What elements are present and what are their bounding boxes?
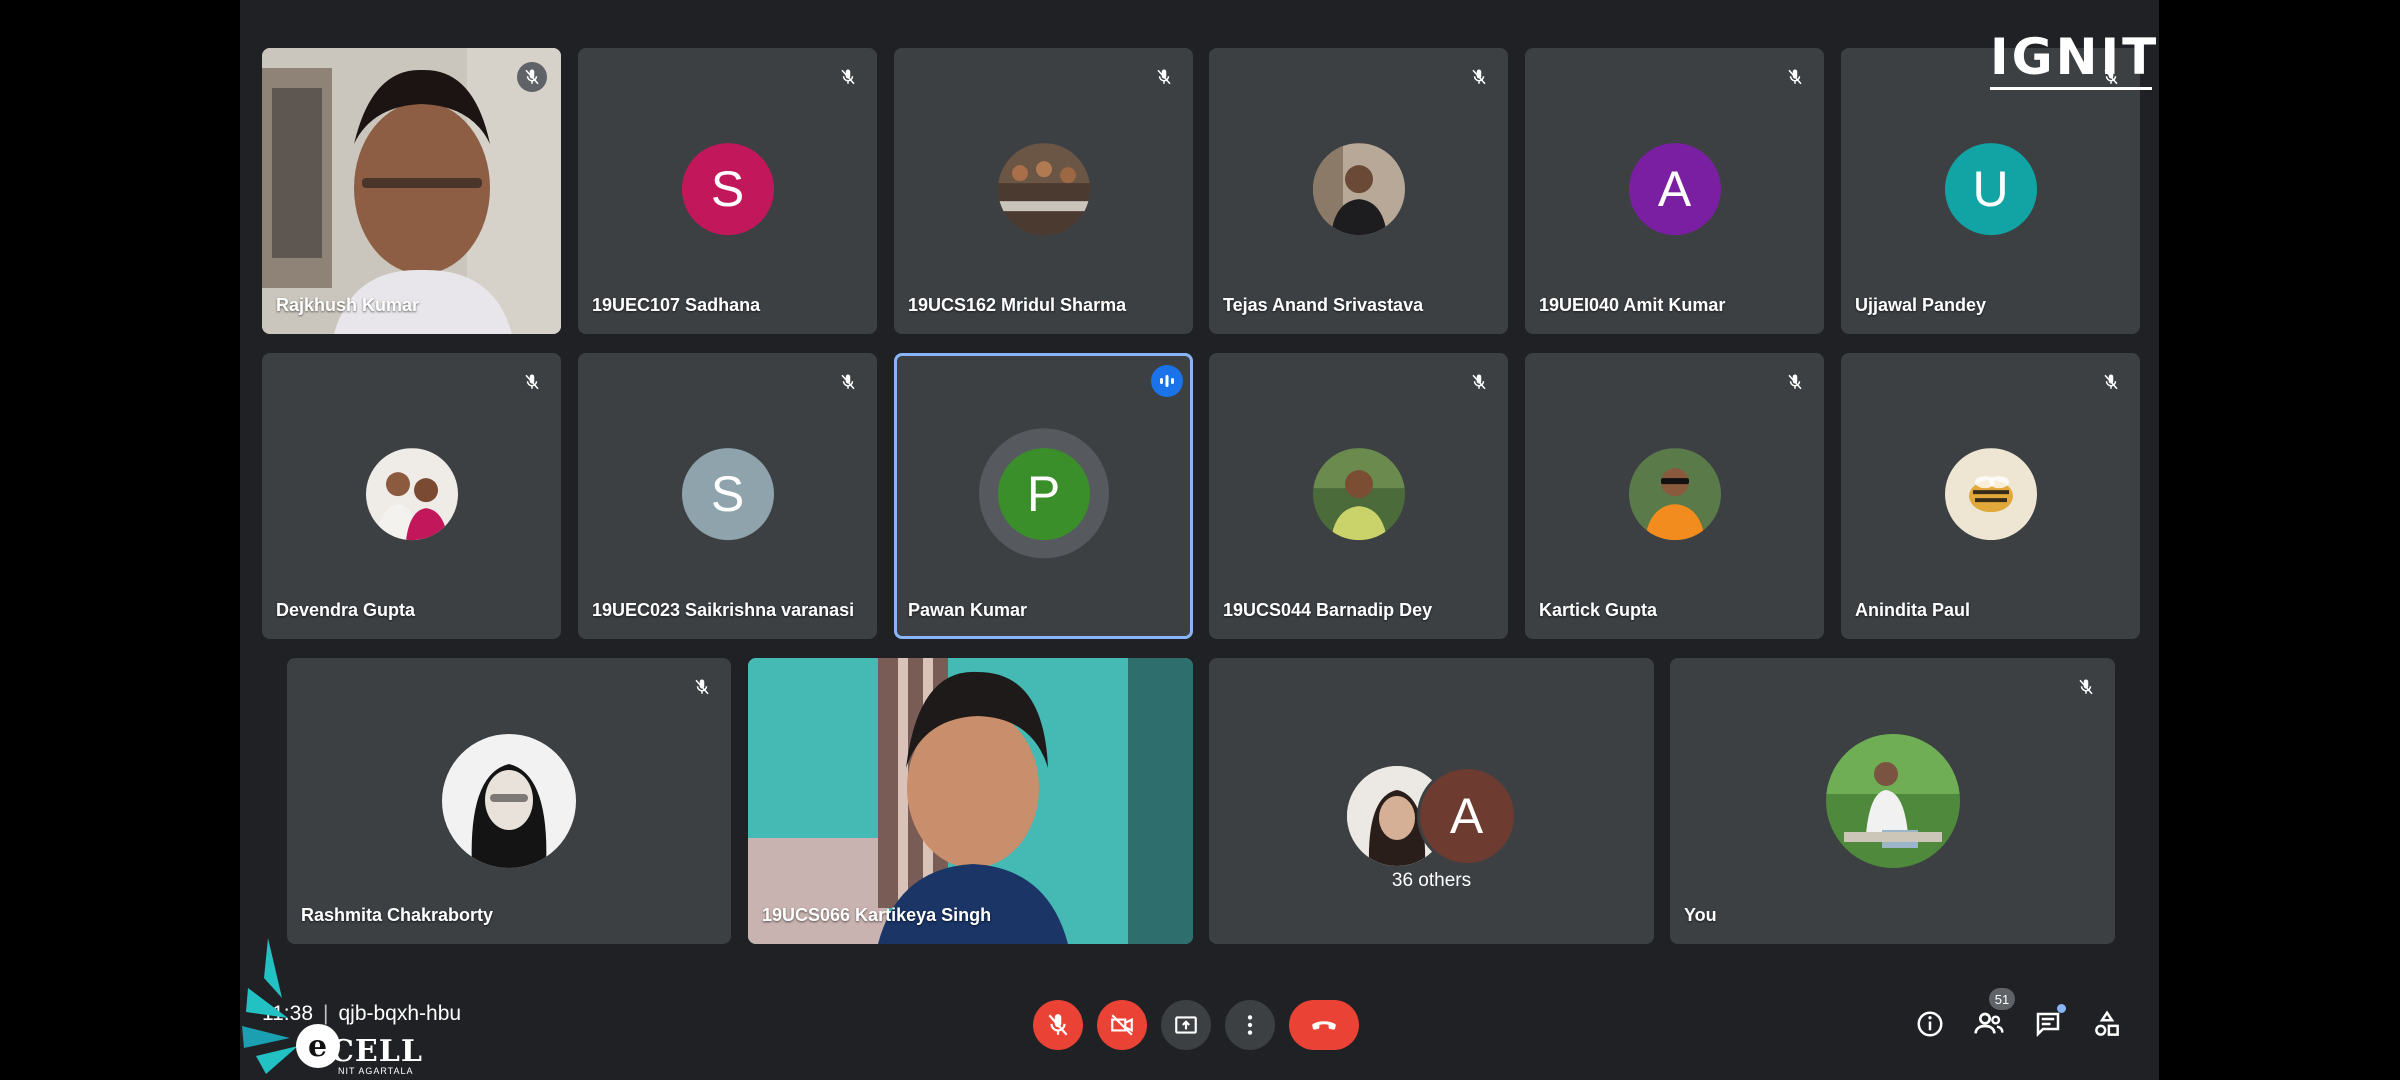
participant-name: 19UCS066 Kartikeya Singh: [762, 905, 992, 925]
participant-tile-tejas[interactable]: Tejas Anand Srivastava: [1209, 48, 1508, 334]
mic-off-icon: [687, 672, 717, 702]
participant-tile-rajkhush[interactable]: Rajkhush Kumar: [262, 48, 561, 334]
avatar: [1628, 448, 1721, 541]
participant-name: Anindita Paul: [1855, 600, 1971, 620]
participant-name: Pawan Kumar: [908, 600, 1028, 620]
more-vert-icon: [1247, 1015, 1253, 1035]
letterbox-left: [0, 0, 240, 1080]
participant-tile-ujjawal[interactable]: U Ujjawal Pandey: [1841, 48, 2140, 334]
info-icon: [1917, 1011, 1943, 1037]
avatar: [1944, 448, 2037, 541]
participant-tile-devendra[interactable]: Devendra Gupta: [262, 353, 561, 639]
participant-video-frame: [262, 48, 561, 334]
ignite-logo-text: IGNITE: [1990, 28, 2159, 86]
mic-off-icon: [2071, 672, 2101, 702]
meeting-details-button[interactable]: [1908, 1002, 1952, 1046]
camera-off-icon: [1111, 1014, 1133, 1036]
svg-text:e: e: [308, 1029, 327, 1064]
mic-off-icon: [1048, 1014, 1068, 1036]
participant-name: Ujjawal Pandey: [1855, 295, 1987, 315]
avatar: A: [1416, 766, 1517, 866]
participant-name: 19UEC023 Saikrishna varanasi: [592, 600, 855, 620]
present-icon: [1175, 1016, 1197, 1034]
mic-off-icon: [1780, 367, 1810, 397]
camera-toggle-button[interactable]: [1097, 1000, 1147, 1050]
activities-icon: [2095, 1010, 2119, 1036]
chat-icon: [2036, 1012, 2060, 1038]
mic-off-icon: [833, 62, 863, 92]
others-count-label: 36 others: [1391, 870, 1472, 891]
meet-call-window: Rajkhush Kumar S 19UEC107 Sadhana 19UCS1…: [240, 0, 2159, 1080]
people-icon: [1974, 1012, 2004, 1034]
avatar: P: [997, 448, 1090, 541]
letterbox-right: [2159, 0, 2400, 1080]
participant-name: 19UCS044 Barnadip Dey: [1223, 600, 1433, 620]
participant-tile-saikrishna[interactable]: S 19UEC023 Saikrishna varanasi: [578, 353, 877, 639]
participants-button[interactable]: 51: [1967, 988, 2015, 1046]
mic-off-icon: [2096, 367, 2126, 397]
avatar: A: [1628, 143, 1721, 236]
avatar: [1312, 143, 1405, 236]
mic-off-icon: [1780, 62, 1810, 92]
ecell-logo: e CELL NIT AGARTALA: [238, 938, 422, 1080]
participant-tile-kartikeya[interactable]: 19UCS066 Kartikeya Singh: [748, 658, 1193, 944]
ignite-logo: IGNITE: [1990, 28, 2159, 90]
avatar: [1825, 734, 1960, 868]
mic-off-icon: [1464, 367, 1494, 397]
participant-name: 19UCS162 Mridul Sharma: [908, 295, 1127, 315]
avatar: [1312, 448, 1405, 541]
participant-video-frame: [748, 658, 1193, 944]
participant-tile-anindita[interactable]: Anindita Paul: [1841, 353, 2140, 639]
others-avatar-stack: A: [1346, 766, 1517, 866]
ecell-logo-subtext: NIT AGARTALA: [338, 1066, 414, 1076]
avatar: [442, 734, 576, 868]
mic-off-icon: [1464, 62, 1494, 92]
avatar: S: [681, 143, 774, 236]
mic-off-icon: [517, 62, 547, 92]
mic-toggle-button[interactable]: [1033, 1000, 1083, 1050]
bottom-control-bar: 11:38 | qjb-bqxh-hbu 51: [240, 970, 2159, 1080]
speaking-indicator-icon: [1151, 365, 1183, 397]
participant-name: 19UEC107 Sadhana: [592, 295, 761, 315]
participant-tile-amit[interactable]: A 19UEI040 Amit Kumar: [1525, 48, 1824, 334]
participant-name: You: [1684, 905, 1717, 925]
leave-call-button[interactable]: [1289, 1000, 1359, 1050]
ecell-logo-text: CELL: [330, 1034, 423, 1069]
ignite-logo-underline: [1990, 87, 2152, 90]
mic-off-icon: [1149, 62, 1179, 92]
participants-count-badge: 51: [1989, 988, 2015, 1010]
hang-up-icon: [1312, 1021, 1336, 1030]
present-screen-button[interactable]: [1161, 1000, 1211, 1050]
participant-name: Devendra Gupta: [276, 600, 416, 620]
participant-name: Rajkhush Kumar: [276, 295, 420, 315]
activities-button[interactable]: [2085, 1002, 2129, 1046]
others-tile[interactable]: A 36 others: [1209, 658, 1654, 944]
participant-tile-barnadip[interactable]: 19UCS044 Barnadip Dey: [1209, 353, 1508, 639]
avatar: [365, 448, 458, 541]
participant-tile-pawan[interactable]: P Pawan Kumar: [894, 353, 1193, 639]
participant-name: Tejas Anand Srivastava: [1223, 295, 1424, 315]
avatar: S: [681, 448, 774, 541]
mic-off-icon: [517, 367, 547, 397]
participant-tile-you[interactable]: You: [1670, 658, 2115, 944]
participant-name: 19UEI040 Amit Kumar: [1539, 295, 1726, 315]
participant-tile-sadhana[interactable]: S 19UEC107 Sadhana: [578, 48, 877, 334]
unread-dot: [2057, 1004, 2066, 1013]
mic-off-icon: [833, 367, 863, 397]
participant-tile-rashmita[interactable]: Rashmita Chakraborty: [287, 658, 731, 944]
avatar: [997, 143, 1090, 236]
avatar: U: [1944, 143, 2037, 236]
more-options-button[interactable]: [1225, 1000, 1275, 1050]
participant-name: Rashmita Chakraborty: [301, 905, 494, 925]
participant-tile-kartick[interactable]: Kartick Gupta: [1525, 353, 1824, 639]
participant-name: Kartick Gupta: [1539, 600, 1658, 620]
chat-button[interactable]: [2026, 1002, 2070, 1046]
participant-tile-mridul[interactable]: 19UCS162 Mridul Sharma: [894, 48, 1193, 334]
